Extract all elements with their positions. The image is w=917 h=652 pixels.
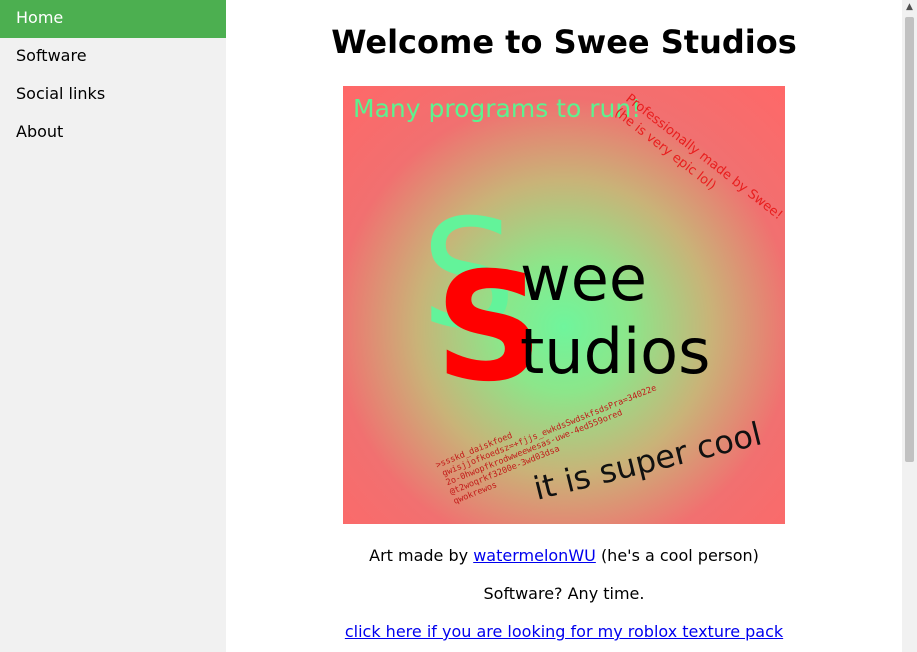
- scrollbar[interactable]: ▲: [902, 0, 917, 652]
- credit-suffix: (he's a cool person): [600, 546, 759, 565]
- main-content: Welcome to Swee Studios Many programs to…: [226, 0, 902, 652]
- credit-link[interactable]: watermelonWU: [473, 546, 596, 565]
- swee-studios-logo-image: Many programs to run! Professionally mad…: [343, 86, 785, 524]
- sidebar-item-social-links[interactable]: Social links: [0, 76, 226, 114]
- sidebar-item-about[interactable]: About: [0, 114, 226, 152]
- logo-top-text: Many programs to run!: [353, 94, 641, 123]
- texture-pack-link[interactable]: click here if you are looking for my rob…: [226, 621, 902, 643]
- art-credit: Art made by watermelonWU (he's a cool pe…: [226, 545, 902, 567]
- sidebar-item-software[interactable]: Software: [0, 38, 226, 76]
- logo-word-tudios: tudios: [520, 315, 710, 388]
- sidebar-item-home[interactable]: Home: [0, 0, 226, 38]
- logo-artwork: Many programs to run! Professionally mad…: [353, 91, 785, 507]
- scroll-up-arrow-icon[interactable]: ▲: [902, 0, 917, 15]
- sidebar: Home Software Social links About: [0, 0, 226, 652]
- logo-diagonal-text: Professionally made by Swee!: [623, 91, 785, 223]
- tagline: Software? Any time.: [483, 584, 645, 603]
- page-title: Welcome to Swee Studios: [331, 23, 797, 61]
- logo-word-wee: wee: [520, 242, 647, 315]
- scroll-thumb[interactable]: [905, 17, 914, 462]
- credit-prefix: Art made by: [369, 546, 469, 565]
